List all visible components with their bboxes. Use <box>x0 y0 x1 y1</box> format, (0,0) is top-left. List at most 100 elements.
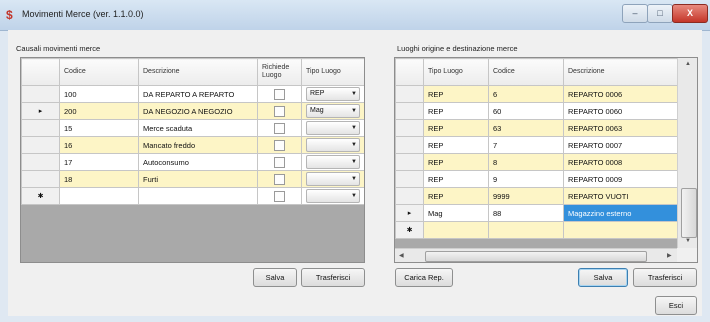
codice-cell[interactable]: 60 <box>488 102 564 120</box>
scroll-left-icon[interactable]: ◀ <box>399 252 404 259</box>
row-marker[interactable]: ▸ <box>21 102 60 120</box>
richiede-luogo-cell[interactable] <box>257 170 302 188</box>
tipo-luogo-cell[interactable]: REP <box>423 153 489 171</box>
chevron-down-icon[interactable]: ▼ <box>349 190 359 202</box>
tipo-luogo-cell[interactable]: ▼ <box>301 170 364 188</box>
tipo-luogo-cell[interactable]: REP <box>423 85 489 103</box>
chevron-down-icon[interactable]: ▼ <box>349 139 359 151</box>
row-marker[interactable] <box>21 170 60 188</box>
tipo-luogo-select[interactable]: ▼ <box>306 138 360 152</box>
chevron-down-icon[interactable]: ▼ <box>349 88 359 100</box>
descrizione-cell[interactable]: Mancato freddo <box>138 136 258 154</box>
descrizione-cell[interactable]: REPARTO 0060 <box>563 102 678 120</box>
richiede-luogo-cell[interactable] <box>257 153 302 171</box>
codice-cell[interactable]: 16 <box>59 136 139 154</box>
tipo-luogo-select[interactable]: ▼ <box>306 172 360 186</box>
codice-cell[interactable]: 8 <box>488 153 564 171</box>
codice-cell[interactable] <box>59 187 139 205</box>
descrizione-cell[interactable]: REPARTO 0007 <box>563 136 678 154</box>
causale-row[interactable]: ✱ ▼ <box>21 187 364 205</box>
luogo-row[interactable]: ▸ Mag 88 Magazzino esterno <box>395 204 678 222</box>
codice-cell[interactable]: 7 <box>488 136 564 154</box>
descrizione-cell[interactable]: REPARTO 0063 <box>563 119 678 137</box>
causali-grid[interactable]: Codice Descrizione Richiede Luogo Tipo L… <box>20 57 365 263</box>
luoghi-grid[interactable]: Tipo Luogo Codice Descrizione REP 6 REPART… <box>394 57 698 263</box>
vertical-scroll-thumb[interactable] <box>681 188 697 238</box>
col-header-tipo-luogo[interactable]: Tipo Luogo <box>301 58 364 86</box>
tipo-luogo-cell[interactable]: ▼ <box>301 153 364 171</box>
descrizione-cell[interactable]: DA NEGOZIO A NEGOZIO <box>138 102 258 120</box>
row-marker[interactable] <box>395 85 424 103</box>
row-marker[interactable] <box>395 136 424 154</box>
richiede-luogo-checkbox[interactable] <box>274 122 285 134</box>
richiede-luogo-checkbox[interactable] <box>274 139 285 151</box>
codice-cell[interactable]: 100 <box>59 85 139 103</box>
minimize-button[interactable]: – <box>622 4 648 23</box>
richiede-luogo-cell[interactable] <box>257 102 302 120</box>
load-rep-button[interactable]: Carica Rep. <box>395 268 453 287</box>
descrizione-cell[interactable] <box>563 221 678 239</box>
horizontal-scroll-thumb[interactable] <box>425 251 647 262</box>
tipo-luogo-cell[interactable]: REP <box>423 187 489 205</box>
row-marker[interactable]: ✱ <box>395 221 424 239</box>
descrizione-cell[interactable]: Autoconsumo <box>138 153 258 171</box>
descrizione-cell[interactable]: DA REPARTO A REPARTO <box>138 85 258 103</box>
tipo-luogo-cell[interactable]: REP <box>423 119 489 137</box>
chevron-down-icon[interactable]: ▼ <box>349 173 359 185</box>
row-marker[interactable] <box>21 119 60 137</box>
richiede-luogo-checkbox[interactable] <box>274 88 285 100</box>
row-marker[interactable]: ✱ <box>21 187 60 205</box>
descrizione-cell[interactable]: Magazzino esterno <box>563 204 678 222</box>
descrizione-cell[interactable]: REPARTO VUOTI <box>563 187 678 205</box>
tipo-luogo-cell[interactable]: ▼ <box>301 136 364 154</box>
tipo-luogo-cell[interactable]: ▼ <box>301 187 364 205</box>
col-header-codice[interactable]: Codice <box>488 58 564 86</box>
codice-cell[interactable]: 9 <box>488 170 564 188</box>
tipo-luogo-cell[interactable]: ▼ <box>301 119 364 137</box>
row-marker[interactable]: ▸ <box>395 204 424 222</box>
col-header-descrizione[interactable]: Descrizione <box>563 58 678 86</box>
tipo-luogo-cell[interactable]: Mag ▼ <box>301 102 364 120</box>
col-header-richiede-luogo[interactable]: Richiede Luogo <box>257 58 302 86</box>
codice-cell[interactable]: 15 <box>59 119 139 137</box>
tipo-luogo-select[interactable]: ▼ <box>306 155 360 169</box>
causale-row[interactable]: 16 Mancato freddo ▼ <box>21 136 364 154</box>
col-header-tipo-luogo[interactable]: Tipo Luogo <box>423 58 489 86</box>
tipo-luogo-cell[interactable]: Mag <box>423 204 489 222</box>
tipo-luogo-cell[interactable]: REP <box>423 170 489 188</box>
richiede-luogo-checkbox[interactable] <box>274 105 285 117</box>
horizontal-scrollbar[interactable]: ◀ ▶ <box>395 248 677 262</box>
tipo-luogo-select[interactable]: Mag ▼ <box>306 104 360 118</box>
codice-cell[interactable]: 6 <box>488 85 564 103</box>
col-header-codice[interactable]: Codice <box>59 58 139 86</box>
chevron-down-icon[interactable]: ▼ <box>349 156 359 168</box>
row-marker[interactable] <box>395 102 424 120</box>
luogo-row[interactable]: REP 9 REPARTO 0009 <box>395 170 678 188</box>
scroll-up-icon[interactable]: ▲ <box>685 61 691 67</box>
luogo-row[interactable]: REP 7 REPARTO 0007 <box>395 136 678 154</box>
tipo-luogo-select[interactable]: ▼ <box>306 121 360 135</box>
richiede-luogo-cell[interactable] <box>257 119 302 137</box>
codice-cell[interactable]: 18 <box>59 170 139 188</box>
descrizione-cell[interactable] <box>138 187 258 205</box>
codice-cell[interactable]: 17 <box>59 153 139 171</box>
row-marker[interactable] <box>21 136 60 154</box>
descrizione-cell[interactable]: Furti <box>138 170 258 188</box>
row-marker[interactable] <box>395 187 424 205</box>
richiede-luogo-checkbox[interactable] <box>274 173 285 185</box>
luogo-row[interactable]: ✱ <box>395 221 678 239</box>
codice-cell[interactable] <box>488 221 564 239</box>
luogo-row[interactable]: REP 9999 REPARTO VUOTI <box>395 187 678 205</box>
causale-row[interactable]: 17 Autoconsumo ▼ <box>21 153 364 171</box>
tipo-luogo-select[interactable]: ▼ <box>306 189 360 203</box>
richiede-luogo-checkbox[interactable] <box>274 190 285 202</box>
codice-cell[interactable]: 200 <box>59 102 139 120</box>
causale-row[interactable]: ▸ 200 DA NEGOZIO A NEGOZIO Mag ▼ <box>21 102 364 120</box>
row-marker[interactable] <box>395 170 424 188</box>
causale-row[interactable]: 15 Merce scaduta ▼ <box>21 119 364 137</box>
right-save-button[interactable]: Salva <box>578 268 628 287</box>
descrizione-cell[interactable]: REPARTO 0006 <box>563 85 678 103</box>
richiede-luogo-cell[interactable] <box>257 187 302 205</box>
luogo-row[interactable]: REP 63 REPARTO 0063 <box>395 119 678 137</box>
maximize-button[interactable]: □ <box>647 4 673 23</box>
